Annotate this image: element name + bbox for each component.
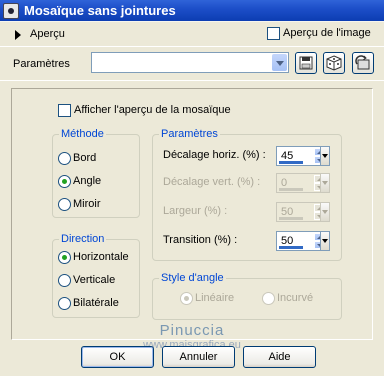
method-label-bord: Bord <box>73 152 97 164</box>
horiz-offset-dropdown[interactable] <box>320 146 330 166</box>
direction-radio-bilaterale[interactable] <box>58 297 71 310</box>
width-bar <box>279 217 303 220</box>
method-radio-bord[interactable] <box>58 152 71 165</box>
method-title: Méthode <box>59 128 106 140</box>
chevron-down-icon[interactable] <box>272 54 287 71</box>
vert-offset-bar <box>279 188 303 191</box>
transition-label: Transition (%) : <box>163 234 238 246</box>
preview-toggle[interactable]: Aperçu <box>10 24 90 44</box>
presets-label: Paramètres <box>13 58 70 70</box>
transition-bar <box>279 246 303 249</box>
help-button[interactable]: Aide <box>243 346 316 368</box>
direction-radio-verticale[interactable] <box>58 274 71 287</box>
direction-label-horizontale: Horizontale <box>73 251 129 263</box>
presets-dropdown[interactable] <box>91 52 289 73</box>
direction-radio-horizontale[interactable] <box>58 251 71 264</box>
corner-radio-lineaire <box>180 292 193 305</box>
ok-button[interactable]: OK <box>81 346 154 368</box>
method-radio-angle[interactable] <box>58 175 71 188</box>
vert-offset-dropdown <box>320 173 330 193</box>
app-icon <box>3 2 19 19</box>
transition-dropdown[interactable] <box>320 231 330 251</box>
mosaic-preview-checkbox[interactable] <box>58 104 71 117</box>
method-radio-miroir[interactable] <box>58 198 71 211</box>
reset-button[interactable] <box>352 52 374 74</box>
save-icon <box>299 56 313 70</box>
direction-label-verticale: Verticale <box>73 274 116 286</box>
watermark-name: Pinuccia <box>159 322 225 339</box>
direction-title: Direction <box>59 233 107 245</box>
direction-label-bilaterale: Bilatérale <box>73 297 119 309</box>
random-button[interactable] <box>323 52 345 74</box>
image-preview-checkbox[interactable] <box>267 27 280 40</box>
horiz-offset-bar <box>279 161 303 164</box>
parameters-title: Paramètres <box>159 128 220 140</box>
dice-icon <box>326 55 342 71</box>
corner-label-incurve: Incurvé <box>277 292 314 304</box>
expand-arrow-icon <box>15 30 21 40</box>
vert-offset-label: Décalage vert. (%) : <box>163 176 261 188</box>
method-label-angle: Angle <box>73 175 102 187</box>
preview-label: Aperçu <box>30 28 65 40</box>
method-label-miroir: Miroir <box>73 198 101 210</box>
horiz-offset-label: Décalage horiz. (%) : <box>163 149 266 161</box>
corner-style-title: Style d'angle <box>159 272 226 284</box>
mosaic-preview-label: Afficher l'aperçu de la mosaïque <box>74 104 231 116</box>
save-preset-button[interactable] <box>295 52 317 74</box>
window-title: Mosaïque sans jointures <box>24 3 176 18</box>
title-bar: Mosaïque sans jointures <box>0 0 384 21</box>
corner-radio-incurve <box>262 292 275 305</box>
cancel-button[interactable]: Annuler <box>162 346 235 368</box>
image-preview-label: Aperçu de l'image <box>283 27 371 39</box>
width-dropdown <box>320 202 330 222</box>
reset-icon <box>355 55 370 70</box>
corner-label-lineaire: Linéaire <box>195 292 235 304</box>
width-label: Largeur (%) : <box>163 205 228 217</box>
